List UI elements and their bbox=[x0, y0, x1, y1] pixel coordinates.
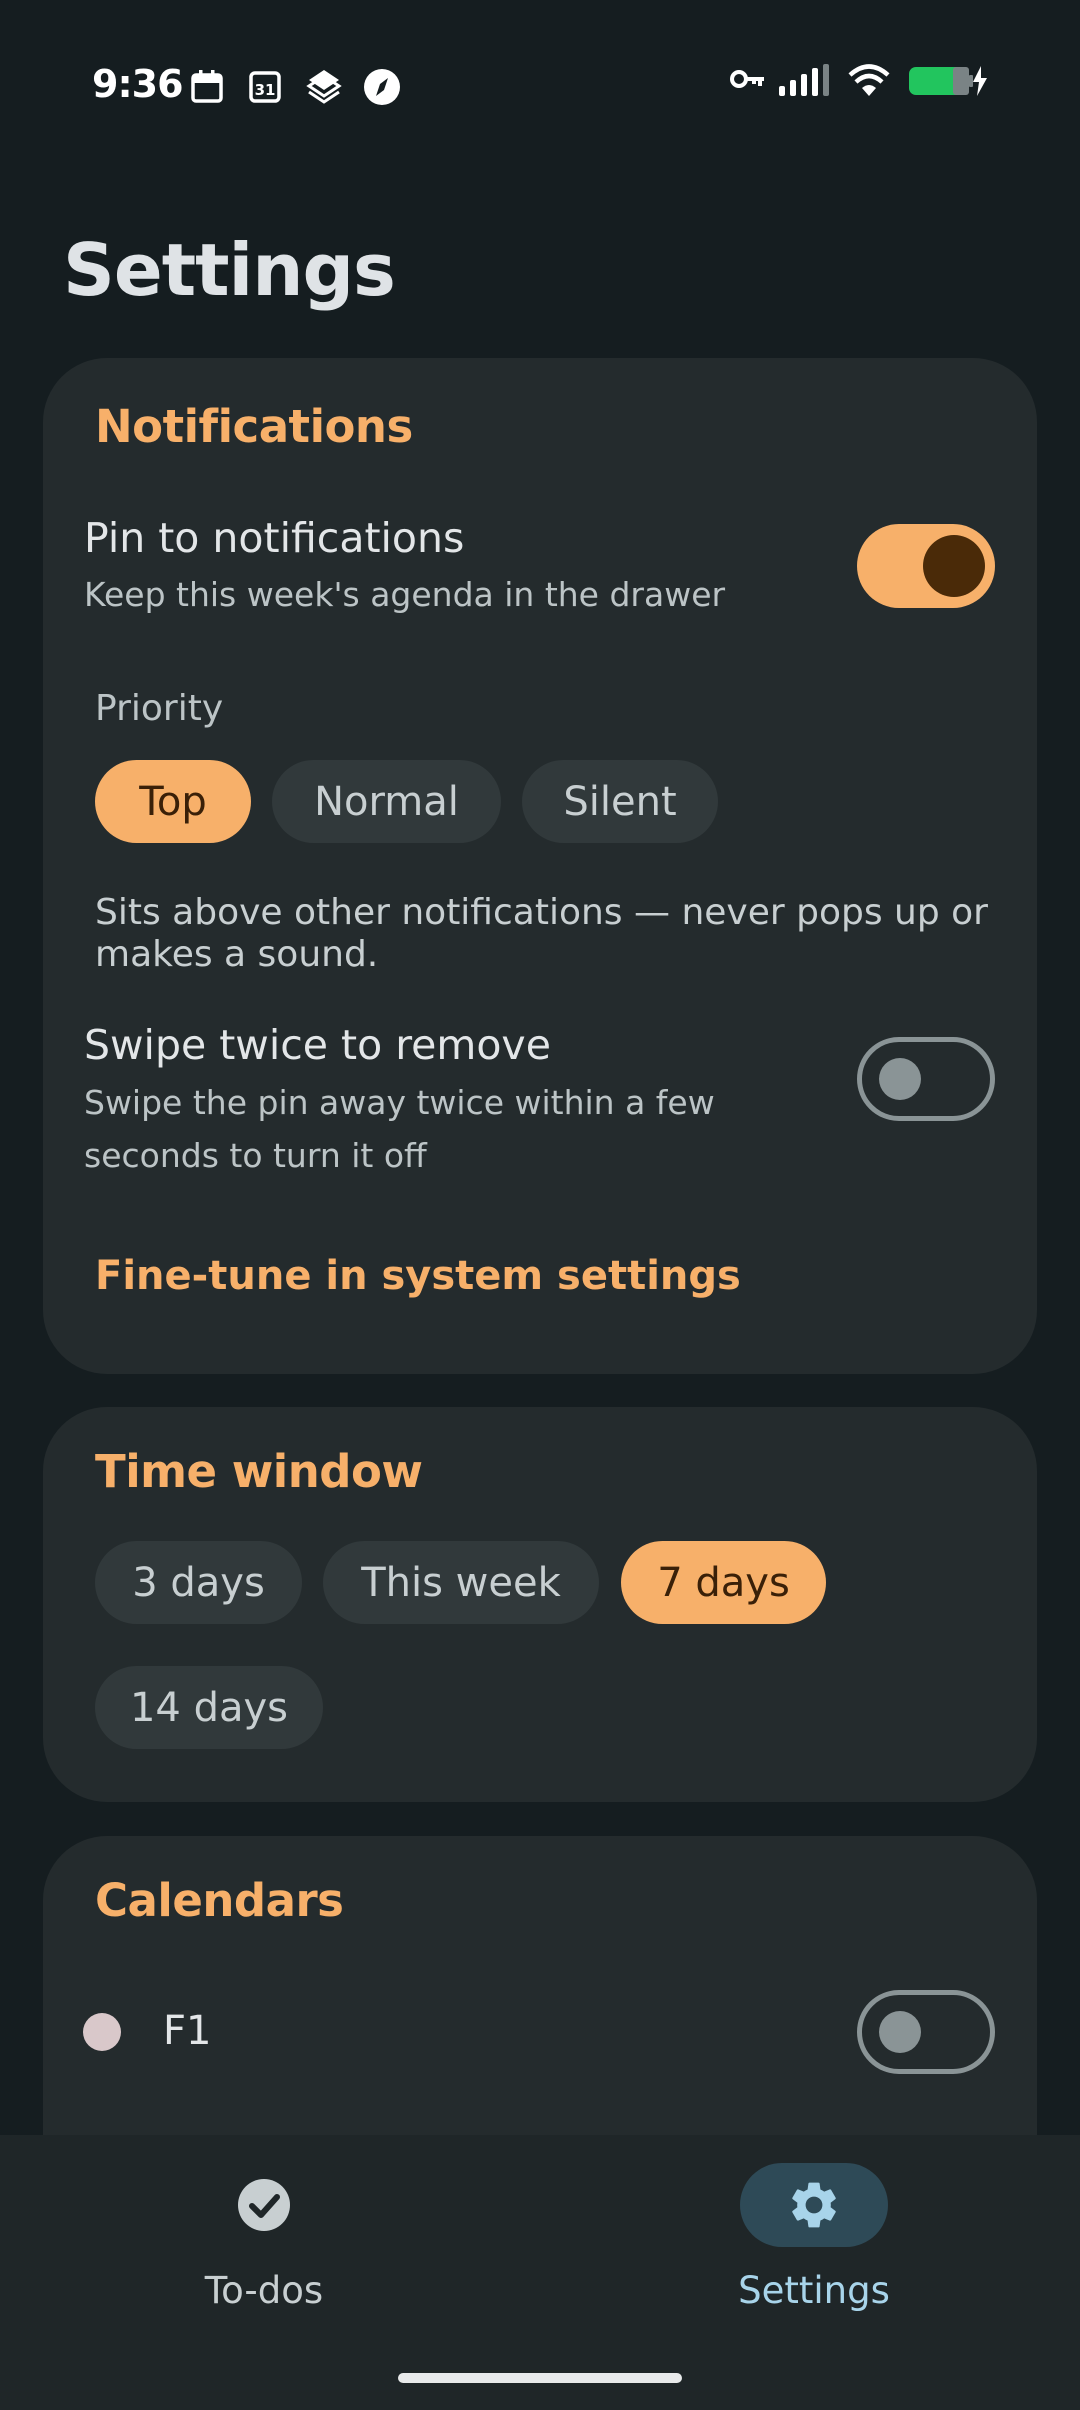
time-window-card: Time window 3 days This week 7 days 14 d… bbox=[43, 1407, 1037, 1802]
gear-icon bbox=[740, 2163, 888, 2247]
compass-icon bbox=[362, 68, 402, 110]
wifi-icon bbox=[848, 64, 890, 102]
priority-chip-silent[interactable]: Silent bbox=[522, 760, 718, 843]
swipe-toggle[interactable] bbox=[857, 1037, 995, 1121]
time-chip-this-week[interactable]: This week bbox=[323, 1541, 599, 1624]
battery-charging-icon bbox=[907, 64, 989, 102]
nav-label-todos: To-dos bbox=[204, 2269, 324, 2312]
pin-subtitle: Keep this week's agenda in the drawer bbox=[84, 575, 726, 614]
toggle-knob bbox=[879, 2011, 921, 2053]
priority-chip-normal[interactable]: Normal bbox=[272, 760, 501, 843]
system-settings-link[interactable]: Fine-tune in system settings bbox=[95, 1253, 741, 1299]
home-indicator[interactable] bbox=[398, 2373, 682, 2383]
priority-chip-top[interactable]: Top bbox=[95, 760, 251, 843]
pin-toggle[interactable] bbox=[857, 524, 995, 608]
bottom-navigation: To-dos Settings bbox=[0, 2135, 1080, 2410]
toggle-knob bbox=[879, 1058, 921, 1100]
time-window-section-title: Time window bbox=[95, 1445, 423, 1498]
status-bar: 9:36 31 bbox=[0, 0, 1080, 130]
calendar-31-icon: 31 bbox=[248, 68, 282, 108]
time-chip-14-days[interactable]: 14 days bbox=[95, 1666, 323, 1749]
svg-text:31: 31 bbox=[255, 81, 276, 99]
calendar-label: F1 bbox=[163, 2008, 212, 2054]
swipe-title: Swipe twice to remove bbox=[84, 1021, 551, 1069]
check-circle-icon bbox=[190, 2163, 338, 2247]
swipe-subtitle: Swipe the pin away twice within a few se… bbox=[84, 1083, 715, 1175]
toggle-knob bbox=[923, 535, 985, 597]
layers-icon bbox=[305, 68, 343, 108]
nav-label-settings: Settings bbox=[738, 2269, 890, 2312]
nav-item-settings[interactable]: Settings bbox=[664, 2163, 964, 2333]
calendar-color-dot bbox=[83, 2013, 121, 2051]
pin-title: Pin to notifications bbox=[84, 514, 465, 562]
nav-item-todos[interactable]: To-dos bbox=[114, 2163, 414, 2333]
status-time: 9:36 bbox=[92, 62, 184, 106]
time-chip-3-days[interactable]: 3 days bbox=[95, 1541, 302, 1624]
priority-label: Priority bbox=[95, 688, 224, 729]
page-title: Settings bbox=[63, 228, 396, 312]
notifications-card: Notifications Pin to notifications Keep … bbox=[43, 358, 1037, 1374]
time-chip-7-days[interactable]: 7 days bbox=[621, 1541, 826, 1624]
calendar-f1-toggle[interactable] bbox=[857, 1990, 995, 2074]
calendars-section-title: Calendars bbox=[95, 1874, 344, 1927]
signal-icon bbox=[777, 64, 833, 102]
calendar-icon bbox=[190, 68, 224, 108]
notifications-section-title: Notifications bbox=[95, 400, 413, 453]
vpn-key-icon bbox=[730, 64, 766, 98]
priority-description: Sits above other notifications — never p… bbox=[95, 892, 988, 975]
